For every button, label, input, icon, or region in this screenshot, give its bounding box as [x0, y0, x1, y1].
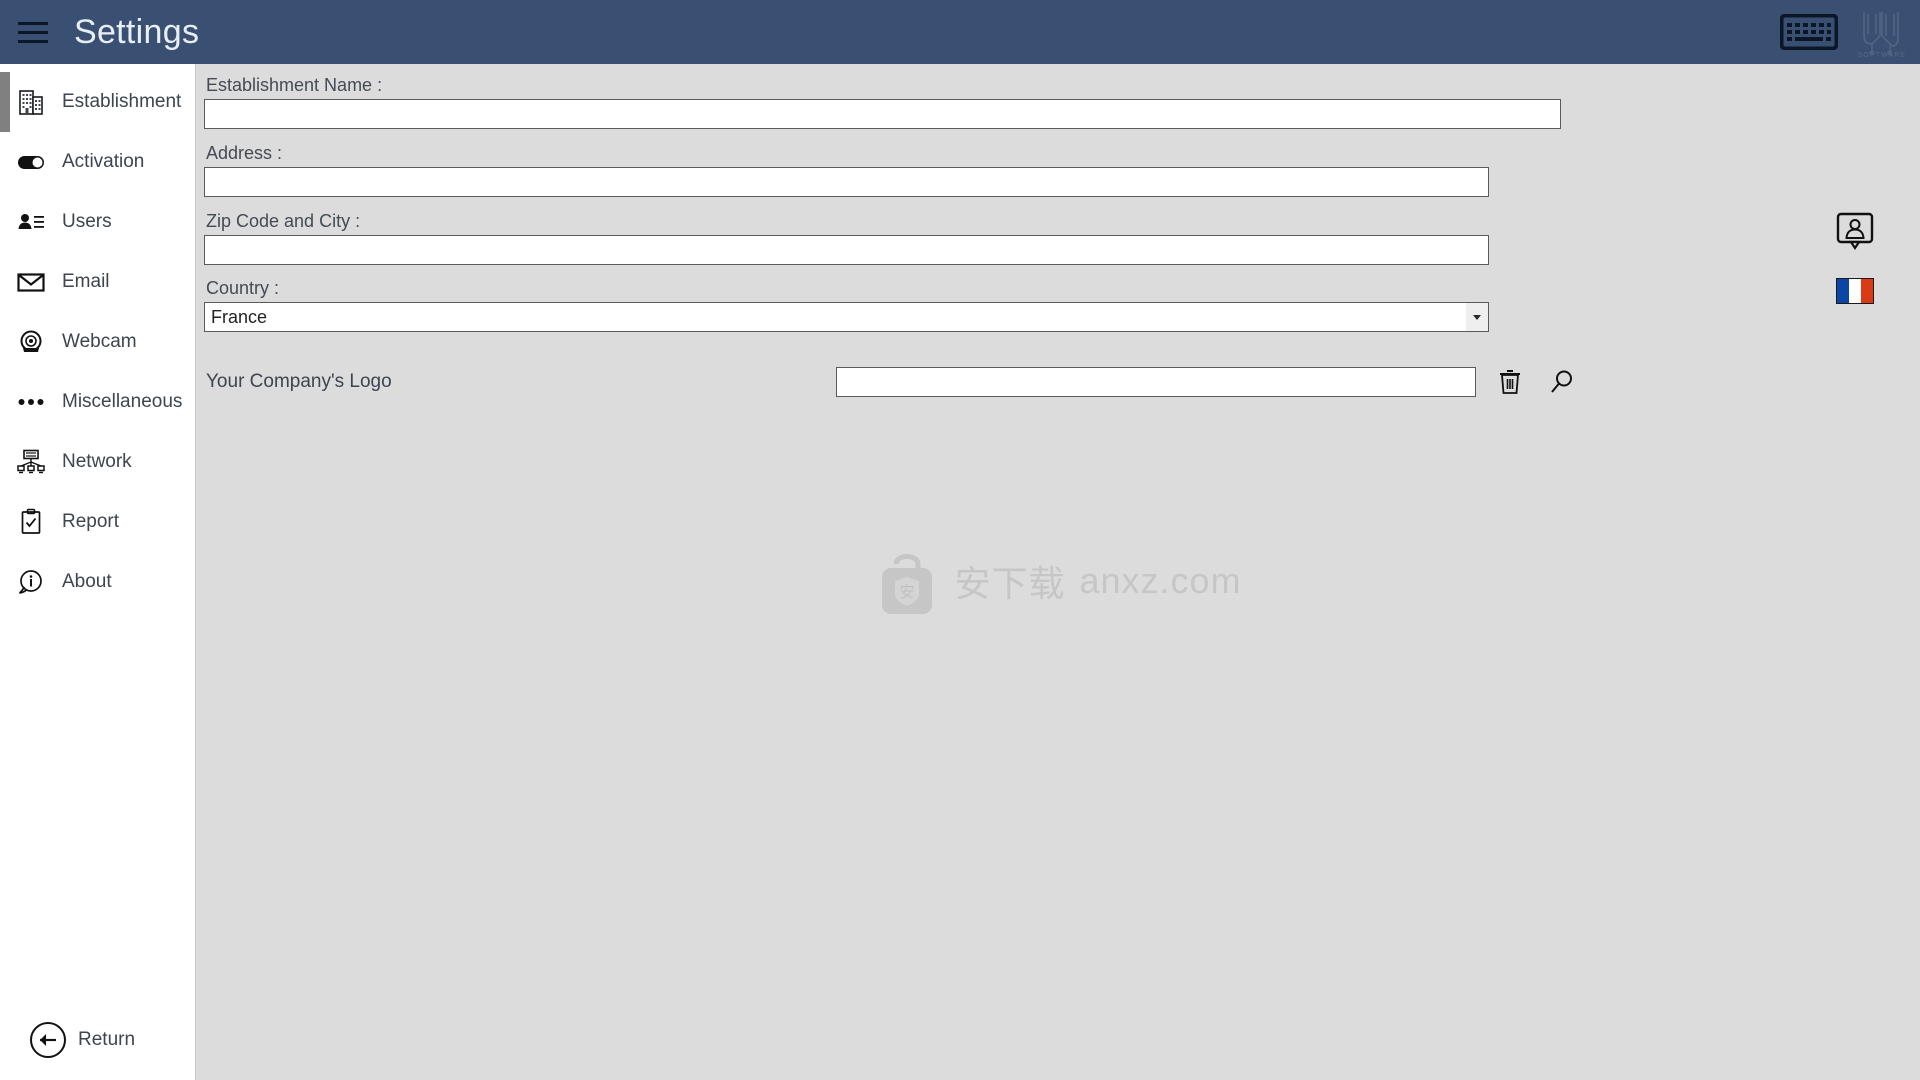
watermark-domain: anxz.com — [1079, 560, 1242, 601]
establishment-form: Establishment Name : Address : Zip Code … — [196, 74, 1920, 397]
svg-text:安: 安 — [900, 584, 915, 601]
sidebar-footer: Return — [0, 1022, 195, 1080]
sidebar-item-label: About — [62, 571, 112, 592]
sidebar-item-label: Webcam — [62, 331, 137, 352]
content-pane: 安 安下载 anxz.com Establishment Name : Addr… — [196, 64, 1920, 1080]
company-logo-group: Your Company's Logo — [204, 367, 1912, 397]
sidebar-item-report[interactable]: Report — [0, 492, 195, 552]
establishment-name-label: Establishment Name : — [206, 75, 383, 95]
watermark: 安 安下载 anxz.com — [196, 544, 1920, 618]
sidebar-item-label: Activation — [62, 151, 145, 172]
hamburger-bar — [18, 21, 48, 25]
sidebar-item-label: Report — [62, 511, 120, 532]
address-label: Address : — [206, 143, 283, 163]
sidebar-item-label: Users — [62, 211, 112, 232]
zip-city-group: Zip Code and City : — [204, 210, 1912, 265]
sidebar-item-webcam[interactable]: Webcam — [0, 312, 195, 372]
sidebar-item-label: Email — [62, 271, 110, 292]
zip-city-input[interactable] — [204, 235, 1489, 265]
establishment-name-input[interactable] — [204, 99, 1561, 129]
envelope-icon — [14, 265, 48, 299]
toggle-switch-icon — [14, 145, 48, 179]
sidebar-item-miscellaneous[interactable]: Miscellaneous — [0, 372, 195, 432]
country-label: Country : — [206, 278, 280, 298]
chevron-down-icon[interactable] — [1466, 303, 1488, 331]
trash-icon[interactable] — [1496, 368, 1524, 396]
webcam-icon — [14, 325, 48, 359]
sidebar-item-email[interactable]: Email — [0, 252, 195, 312]
hamburger-bar — [18, 39, 48, 43]
return-button[interactable]: Return — [30, 1022, 195, 1058]
sidebar-item-activation[interactable]: Activation — [0, 132, 195, 192]
sidebar-item-users[interactable]: Users — [0, 192, 195, 252]
sidebar-item-label: Establishment — [62, 91, 182, 112]
sidebar-item-establishment[interactable]: Establishment — [0, 72, 195, 132]
zip-city-label: Zip Code and City : — [206, 211, 361, 231]
ellipsis-icon — [14, 385, 48, 419]
sidebar-item-label: Network — [62, 451, 132, 472]
title-bar: Settings SOFTWARE — [0, 0, 1920, 64]
hamburger-bar — [18, 30, 48, 34]
body: Establishment Activation Users Email Web… — [0, 64, 1920, 1080]
address-group: Address : — [204, 142, 1912, 197]
watermark-cn-text: 安下载 — [954, 563, 1066, 604]
page-title: Settings — [74, 12, 200, 51]
clipboard-check-icon — [14, 505, 48, 539]
sidebar-item-about[interactable]: About — [0, 552, 195, 612]
company-logo-label: Your Company's Logo — [206, 371, 392, 392]
company-logo-path-input[interactable] — [836, 367, 1476, 397]
network-icon — [14, 445, 48, 479]
country-group: Country : France — [204, 277, 1912, 332]
settings-window: Settings SOFTWARE Establishment Activati… — [0, 0, 1920, 1080]
arrow-left-circle-icon — [30, 1022, 66, 1058]
company-logo-actions — [1496, 368, 1576, 396]
building-icon — [14, 85, 48, 119]
hamburger-menu-icon[interactable] — [18, 15, 52, 49]
sidebar: Establishment Activation Users Email Web… — [0, 64, 196, 1080]
country-select[interactable]: France — [204, 302, 1489, 332]
users-icon — [14, 205, 48, 239]
sidebar-nav: Establishment Activation Users Email Web… — [0, 64, 195, 612]
brand-logo-text: SOFTWARE — [1857, 52, 1906, 58]
title-bar-actions: SOFTWARE — [1780, 0, 1912, 64]
jm-software-logo: SOFTWARE — [1857, 12, 1906, 58]
return-label: Return — [78, 1029, 136, 1050]
country-select-value[interactable]: France — [204, 302, 1489, 332]
anxz-bag-icon: 安 — [882, 554, 933, 614]
keyboard-icon[interactable] — [1780, 14, 1838, 50]
magnifier-icon[interactable] — [1548, 368, 1576, 396]
info-bubble-icon — [14, 565, 48, 599]
sidebar-item-network[interactable]: Network — [0, 432, 195, 492]
sidebar-item-label: Miscellaneous — [62, 391, 183, 412]
address-input[interactable] — [204, 167, 1489, 197]
establishment-name-group: Establishment Name : — [204, 74, 1912, 129]
